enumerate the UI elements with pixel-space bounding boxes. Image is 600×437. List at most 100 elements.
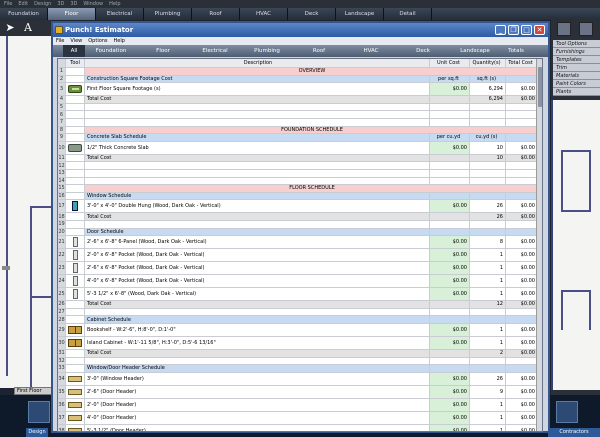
table-row[interactable]: 13 xyxy=(58,170,538,178)
table-row[interactable]: 19 xyxy=(58,221,538,229)
table-row[interactable]: 5 xyxy=(58,103,538,112)
row-description[interactable]: 2'-0" (Door Header) xyxy=(85,398,430,411)
row-unit-cost[interactable]: $0.00 xyxy=(430,385,470,398)
app-tab-hvac[interactable]: HVAC xyxy=(240,8,288,20)
empty-cell[interactable] xyxy=(85,119,430,126)
row-unit-cost[interactable]: $0.00 xyxy=(430,249,470,262)
row-description[interactable]: Total Cost xyxy=(85,350,430,357)
slab-icon[interactable] xyxy=(68,143,82,152)
row-unit-cost[interactable]: $0.00 xyxy=(430,141,470,154)
header-ico-icon[interactable] xyxy=(68,427,82,431)
table-row[interactable]: 1 OVERVIEW xyxy=(58,68,538,76)
app-menu-item[interactable]: Edit xyxy=(18,0,28,8)
table-row[interactable]: 21 2'-6" x 6'-8" 6-Panel (Wood, Dark Oak … xyxy=(58,236,538,250)
empty-cell[interactable] xyxy=(430,162,470,169)
contractors-tab[interactable]: Contractors xyxy=(548,428,600,437)
row-unit-cost[interactable]: $0.00 xyxy=(430,337,470,349)
app-tab-deck[interactable]: Deck xyxy=(288,8,336,20)
empty-cell[interactable] xyxy=(85,357,430,365)
view-icon[interactable] xyxy=(557,22,571,36)
library-item[interactable]: Templates xyxy=(553,56,600,64)
empty-cell[interactable] xyxy=(506,177,538,185)
estimator-menu-item[interactable]: Options xyxy=(88,37,107,45)
table-row[interactable]: 37 4'-0" (Door Header) $0.00 1 $0.00 xyxy=(58,411,538,425)
empty-cell[interactable] xyxy=(430,103,470,111)
row-unit-cost[interactable]: $0.00 xyxy=(430,288,470,301)
row-description[interactable]: Cabinet Schedule xyxy=(85,316,430,323)
design-icon[interactable] xyxy=(28,401,50,423)
table-row[interactable]: 33 Window/Door Header Schedule xyxy=(58,365,538,373)
row-description[interactable]: 4'-0" (Door Header) xyxy=(85,411,430,424)
row-description[interactable]: Total Cost xyxy=(85,301,430,308)
empty-cell[interactable] xyxy=(506,111,538,118)
empty-cell[interactable] xyxy=(506,357,538,365)
app-tab-landscape[interactable]: Landscape xyxy=(336,8,384,20)
table-row[interactable]: 28 Cabinet Schedule xyxy=(58,316,538,324)
empty-cell[interactable] xyxy=(430,221,470,228)
empty-cell[interactable] xyxy=(85,111,430,118)
row-description[interactable]: 2'-6" x 6'-8" Pocket (Wood, Dark Oak - V… xyxy=(85,262,430,275)
empty-cell[interactable] xyxy=(470,221,506,228)
estimator-menu-item[interactable]: File xyxy=(56,37,64,45)
table-row[interactable]: 6 xyxy=(58,111,538,119)
estimator-tab-totals[interactable]: Totals xyxy=(501,45,531,57)
row-unit-cost[interactable]: $0.00 xyxy=(430,411,470,424)
empty-cell[interactable] xyxy=(85,221,430,228)
table-row[interactable]: 30 Island Cabinet - W:1'-11 5/8", H:3'-0"… xyxy=(58,337,538,350)
table-row[interactable]: 18 Total Cost 26 $0.00 xyxy=(58,213,538,221)
header-ico-icon[interactable] xyxy=(68,388,82,395)
empty-cell[interactable] xyxy=(506,221,538,228)
estimator-tab-roof[interactable]: Roof xyxy=(293,45,345,57)
contractor-icon[interactable] xyxy=(556,401,578,423)
library-item[interactable]: Paint Colors xyxy=(553,80,600,88)
col-unit-cost[interactable]: Unit Cost xyxy=(430,59,470,67)
table-row[interactable]: 22 2'-0" x 6'-8" Pocket (Wood, Dark Oak -… xyxy=(58,249,538,263)
table-row[interactable]: 14 xyxy=(58,177,538,186)
table-row[interactable]: 20 Door Schedule xyxy=(58,228,538,237)
empty-cell[interactable] xyxy=(506,162,538,169)
row-description[interactable]: Total Cost xyxy=(85,213,430,220)
row-description[interactable]: Total Cost xyxy=(85,96,430,103)
empty-cell[interactable] xyxy=(85,162,430,169)
row-description[interactable]: 3'-0" x 4'-0" Double Hung (Wood, Dark Oa… xyxy=(85,200,430,213)
col-total-cost[interactable]: Total Cost xyxy=(506,59,538,67)
estimator-menu-item[interactable]: Help xyxy=(114,37,125,45)
empty-cell[interactable] xyxy=(430,357,470,365)
empty-cell[interactable] xyxy=(470,357,506,365)
empty-cell[interactable] xyxy=(470,103,506,111)
app-tab-floor[interactable]: Floor xyxy=(48,8,96,20)
app-tab-plumbing[interactable]: Plumbing xyxy=(144,8,192,20)
table-row[interactable]: 8 FOUNDATION SCHEDULE xyxy=(58,126,538,135)
table-row[interactable]: 3 First Floor Square Footage (s) $0.00 6,29… xyxy=(58,83,538,97)
app-menu-item[interactable]: File xyxy=(4,0,12,8)
empty-cell[interactable] xyxy=(85,177,430,185)
table-row[interactable]: 2 Construction Square Footage Cost per sq.… xyxy=(58,75,538,84)
table-row[interactable]: 10 1/2" Thick Concrete Slab $0.00 10 $0.00 xyxy=(58,141,538,155)
estimator-tab-plumbing[interactable]: Plumbing xyxy=(241,45,293,57)
estimator-tab-landscape[interactable]: Landscape xyxy=(449,45,501,57)
row-description[interactable]: Construction Square Footage Cost xyxy=(85,75,430,83)
row-unit-cost[interactable]: $0.00 xyxy=(430,275,470,288)
app-menu-item[interactable]: 3D xyxy=(70,0,77,8)
select-arrow-icon[interactable]: ➤ xyxy=(4,22,16,34)
header-ico-icon[interactable] xyxy=(68,375,82,382)
row-unit-cost[interactable]: $0.00 xyxy=(430,262,470,275)
empty-cell[interactable] xyxy=(85,308,430,316)
empty-cell[interactable] xyxy=(430,170,470,177)
empty-cell[interactable] xyxy=(506,119,538,126)
empty-cell[interactable] xyxy=(506,103,538,111)
table-row[interactable]: 38 5'-3 1/2" (Door Header) $0.00 1 $0.00 xyxy=(58,424,538,431)
row-description[interactable]: Door Schedule xyxy=(85,228,430,236)
row-description[interactable]: Window Schedule xyxy=(85,192,430,200)
app-tab-roof[interactable]: Roof xyxy=(192,8,240,20)
row-description[interactable]: Island Cabinet - W:1'-11 5/8", H:3'-0", … xyxy=(85,337,430,349)
door-icon[interactable] xyxy=(72,263,78,274)
empty-cell[interactable] xyxy=(470,162,506,169)
table-row[interactable]: 26 Total Cost 12 $0.00 xyxy=(58,301,538,309)
library-item[interactable]: Furnishings xyxy=(553,48,600,56)
empty-cell[interactable] xyxy=(506,308,538,316)
row-unit-cost[interactable]: $0.00 xyxy=(430,372,470,385)
app-menu-item[interactable]: Design xyxy=(34,0,51,8)
library-icon[interactable] xyxy=(579,22,593,36)
row-description[interactable]: 2'-0" x 6'-8" Pocket (Wood, Dark Oak - V… xyxy=(85,249,430,262)
